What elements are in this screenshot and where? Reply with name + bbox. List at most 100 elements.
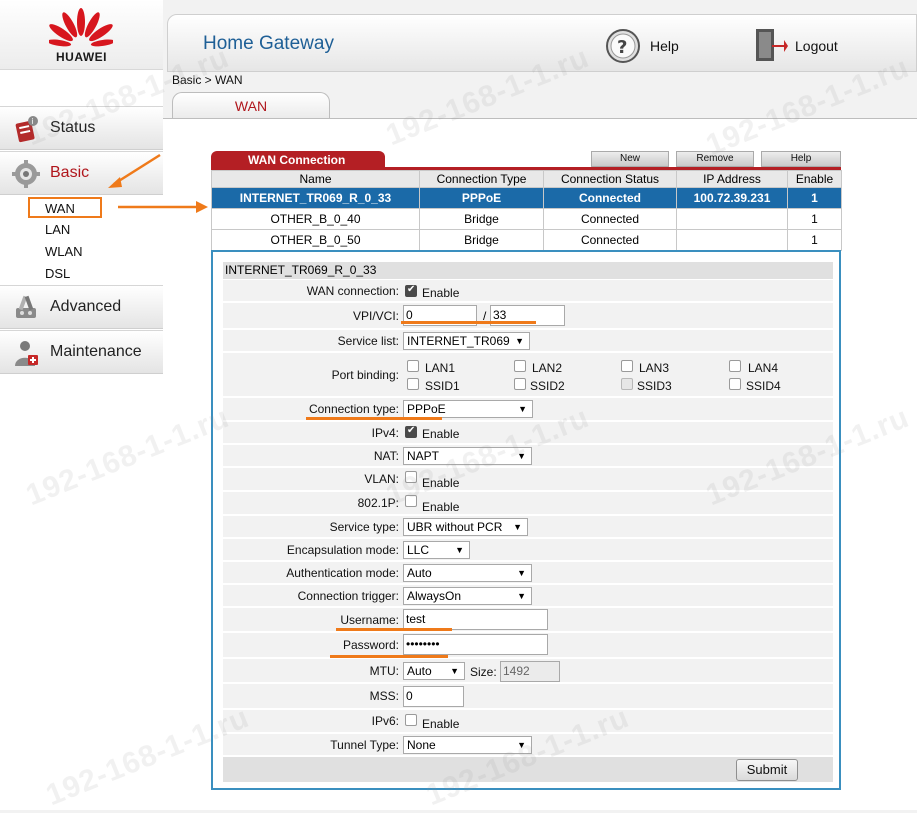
cell-status: Connected [543,229,677,251]
nat-select[interactable]: NAPT ▼ [403,447,532,465]
tunnel-select[interactable]: None ▼ [403,736,532,754]
mtu-select[interactable]: Auto ▼ [403,662,465,680]
vpi-vci-underline [401,321,536,324]
maintenance-user-icon [15,341,38,366]
table-row[interactable]: INTERNET_TR069_R_0_33 PPPoE Connected 10… [211,187,842,209]
auth-select[interactable]: Auto ▼ [403,564,532,582]
row-service-type: Service type: UBR without PCR ▼ [223,516,833,538]
row-encapsulation: Encapsulation mode: LLC ▼ [223,539,833,561]
port-lan4-checkbox[interactable] [729,360,741,372]
gear-icon [12,160,40,188]
sidebar-item-wlan[interactable]: WLAN [45,244,83,259]
port-lan4-label: LAN4 [748,361,779,375]
port-lan1-checkbox[interactable] [407,360,419,372]
p8021-checkbox[interactable] [405,495,417,507]
service-list-select[interactable]: INTERNET_TR069 ▼ [403,332,530,350]
submit-button[interactable]: Submit [736,759,798,781]
connection-type-select[interactable]: PPPoE ▼ [403,400,533,418]
ipv4-enable-text: Enable [422,427,460,441]
nav-maintenance-label: Maintenance [50,343,142,360]
chevron-down-icon: ▼ [517,568,526,578]
size-label: Size: [470,665,497,679]
vlan-checkbox[interactable] [405,471,417,483]
cell-status: Connected [543,187,677,209]
sidebar-item-lan[interactable]: LAN [45,222,70,237]
cell-enable: 1 [787,229,842,251]
header-bar: Home Gateway ? Help Logout [167,14,917,72]
row-vpi-vci: VPI/VCI: 0 / 33 [223,303,833,329]
port-lan3-checkbox[interactable] [621,360,633,372]
ipv4-checkbox[interactable] [405,425,417,438]
chevron-down-icon: ▼ [450,666,459,676]
encapsulation-select[interactable]: LLC ▼ [403,541,470,559]
row-wan-connection: WAN connection: Enable [223,280,833,302]
tab-wan[interactable]: WAN [172,92,330,118]
port-ssid2-label: SSID2 [530,379,565,393]
tunnel-value: None [407,738,436,752]
auth-value: Auto [407,566,432,580]
port-lan3-label: LAN3 [639,361,670,375]
encapsulation-value: LLC [407,543,430,557]
ipv6-label: IPv6: [371,714,399,728]
table-row[interactable]: OTHER_B_0_40 Bridge Connected 1 [211,208,842,230]
service-type-select[interactable]: UBR without PCR ▼ [403,518,528,536]
chevron-down-icon: ▼ [517,591,526,601]
svg-text:?: ? [617,37,627,58]
port-lan2-checkbox[interactable] [514,360,526,372]
nav-advanced[interactable]: Advanced [0,285,163,329]
wan-connection-enable-text: Enable [422,286,460,300]
table-help-button[interactable]: Help [761,151,841,167]
port-ssid3-checkbox[interactable] [621,378,633,390]
size-input[interactable]: 1492 [500,661,560,682]
wan-connection-checkbox[interactable] [405,284,417,297]
annotation-arrows [108,153,208,213]
port-ssid1-label: SSID1 [425,379,460,393]
ipv4-label: IPv4: [371,425,399,440]
trigger-label: Connection trigger: [297,588,399,603]
svg-text:i: i [32,117,34,126]
help-link[interactable]: Help [650,38,679,54]
nav-advanced-label: Advanced [50,298,122,315]
mtu-value: Auto [407,664,432,678]
col-connection-status: Connection Status [543,170,677,188]
tools-icon [16,295,36,318]
logout-door-icon[interactable] [750,27,788,63]
row-vlan: VLAN: Enable [223,468,833,491]
trigger-select[interactable]: AlwaysOn ▼ [403,587,532,605]
row-nat: NAT: NAPT ▼ [223,445,833,467]
mtu-label: MTU: [369,663,399,678]
port-ssid1-checkbox[interactable] [407,378,419,390]
col-enable: Enable [787,170,842,188]
cell-ip: 100.72.39.231 [676,187,788,209]
port-ssid4-checkbox[interactable] [729,378,741,390]
port-ssid3-label: SSID3 [637,379,672,393]
detail-heading: INTERNET_TR069_R_0_33 [223,262,833,279]
table-row[interactable]: OTHER_B_0_50 Bridge Connected 1 [211,229,842,251]
sidebar-item-wan[interactable]: WAN [28,197,102,218]
port-ssid2-checkbox[interactable] [514,378,526,390]
remove-button[interactable]: Remove [676,151,754,167]
username-underline [336,628,452,631]
mss-label: MSS: [369,689,399,703]
sidebar-item-dsl[interactable]: DSL [45,266,70,281]
ipv6-enable-text: Enable [422,717,460,731]
logout-link[interactable]: Logout [795,38,838,54]
password-input[interactable]: •••••••• [403,634,548,655]
chevron-down-icon: ▼ [513,522,522,532]
cell-name: INTERNET_TR069_R_0_33 [211,187,420,209]
ipv6-checkbox[interactable] [405,714,417,726]
chevron-down-icon: ▼ [518,404,527,414]
port-binding-label: Port binding: [331,367,399,382]
nav-status[interactable]: i Status [0,106,163,150]
nav-maintenance[interactable]: Maintenance [0,330,163,374]
connection-type-underline [306,417,442,420]
help-icon[interactable]: ? [605,28,641,64]
chevron-down-icon: ▼ [517,451,526,461]
cell-type: Bridge [419,208,544,230]
mss-input[interactable]: 0 [403,686,464,707]
vlan-label: VLAN: [364,472,399,486]
username-input[interactable]: test [403,609,548,630]
new-button[interactable]: New [591,151,669,167]
row-tunnel-type: Tunnel Type: None ▼ [223,734,833,756]
row-username: Username: test [223,608,833,632]
